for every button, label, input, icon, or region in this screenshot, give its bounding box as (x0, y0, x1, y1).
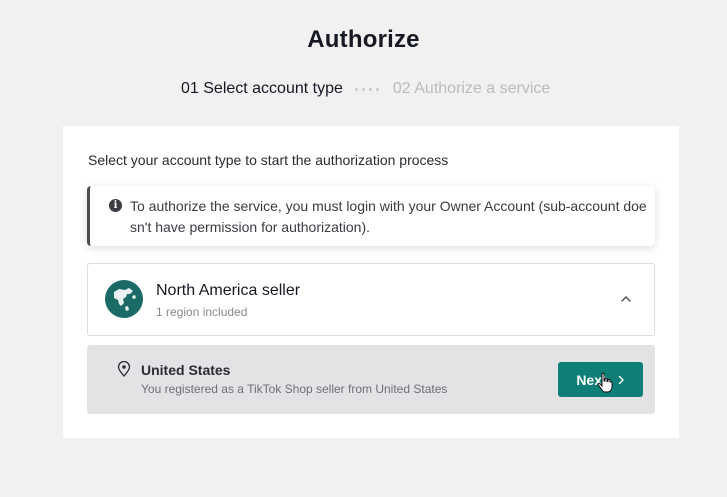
seller-subtitle: 1 region included (156, 305, 248, 319)
step-select-account-type: 01 Select account type (181, 80, 343, 97)
account-type-card: Select your account type to start the au… (63, 126, 679, 438)
hand-cursor-icon (597, 372, 613, 393)
page-title: Authorize (307, 26, 420, 53)
seller-title: North America seller (156, 282, 301, 299)
united-states-region-option[interactable]: United States You registered as a TikTok… (87, 345, 655, 414)
owner-account-notice: i To authorize the service, you must log… (87, 186, 655, 246)
card-heading: Select your account type to start the au… (88, 152, 449, 168)
info-icon: i (109, 199, 122, 212)
region-title: United States (141, 362, 231, 378)
step-authorize-service: 02 Authorize a service (392, 80, 551, 97)
globe-icon (105, 280, 143, 318)
north-america-seller-option[interactable]: North America seller 1 region included (87, 263, 655, 336)
stepper: 01 Select account type 02 Authorize a se… (181, 80, 550, 98)
location-pin-icon (117, 361, 131, 377)
region-subtitle: You registered as a TikTok Shop seller f… (141, 382, 448, 396)
chevron-right-icon (618, 375, 624, 384)
notice-text: To authorize the service, you must login… (130, 198, 647, 235)
step-separator (354, 87, 379, 91)
chevron-up-icon[interactable] (620, 294, 632, 304)
